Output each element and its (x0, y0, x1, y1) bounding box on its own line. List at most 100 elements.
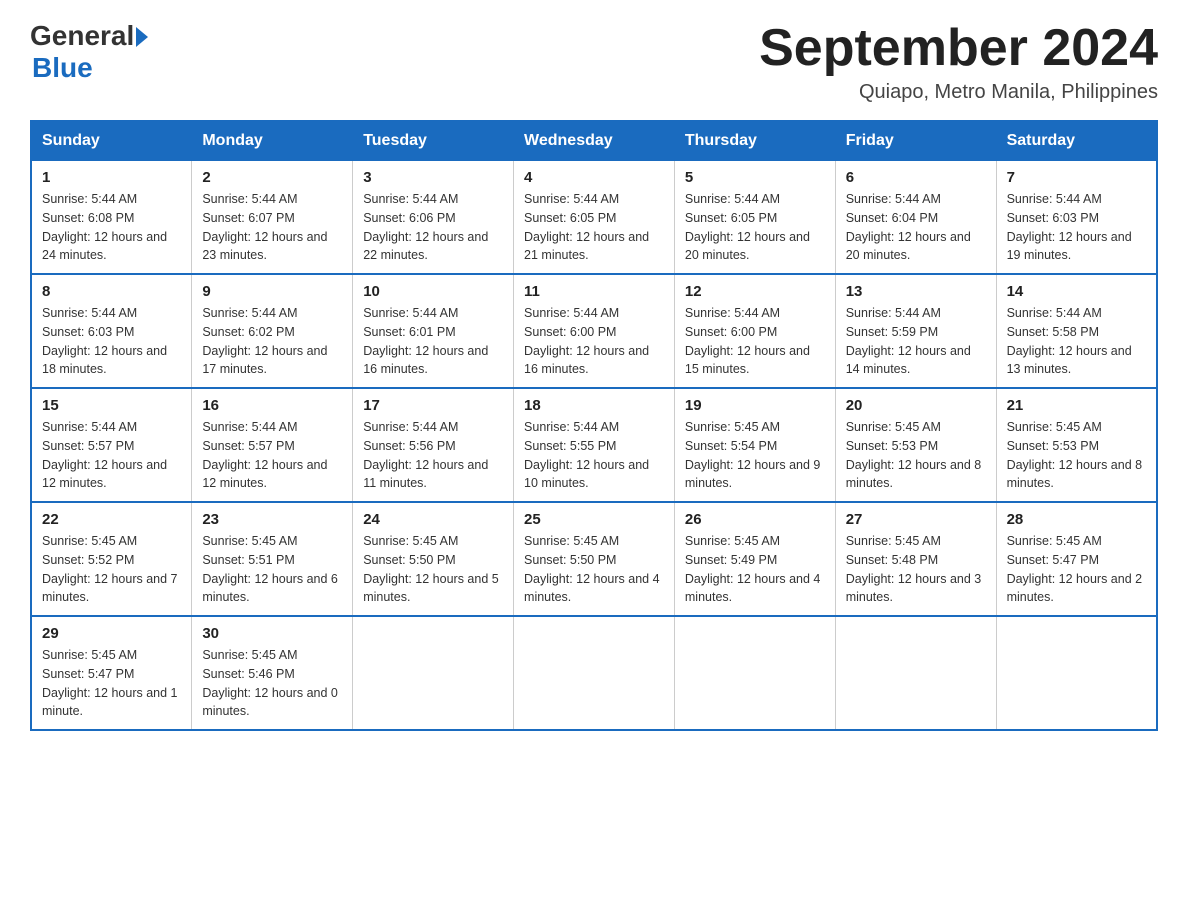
table-row: 27 Sunrise: 5:45 AMSunset: 5:48 PMDayligh… (835, 502, 996, 616)
day-info: Sunrise: 5:44 AMSunset: 5:57 PMDaylight:… (202, 418, 342, 493)
day-info: Sunrise: 5:45 AMSunset: 5:48 PMDaylight:… (846, 532, 986, 607)
day-info: Sunrise: 5:45 AMSunset: 5:47 PMDaylight:… (1007, 532, 1146, 607)
table-row: 23Sunrise: 5:45 AMSunset: 5:51 PMDayligh… (192, 502, 353, 616)
day-info: Sunrise: 5:44 AMSunset: 6:05 PMDaylight:… (524, 190, 664, 265)
day-number: 21 (1007, 397, 1146, 414)
table-row: 11 Sunrise: 5:44 AMSunset: 6:00 PMDayligh… (514, 274, 675, 388)
header-saturday: Saturday (996, 121, 1157, 161)
table-row: 25Sunrise: 5:45 AMSunset: 5:50 PMDayligh… (514, 502, 675, 616)
day-info: Sunrise: 5:44 AMSunset: 6:03 PMDaylight:… (42, 304, 181, 379)
day-number: 16 (202, 397, 342, 414)
day-info: Sunrise: 5:44 AMSunset: 6:01 PMDaylight:… (363, 304, 503, 379)
day-number: 26 (685, 511, 825, 528)
day-info: Sunrise: 5:44 AMSunset: 5:59 PMDaylight:… (846, 304, 986, 379)
day-info: Sunrise: 5:45 AMSunset: 5:53 PMDaylight:… (1007, 418, 1146, 493)
day-number: 13 (846, 283, 986, 300)
calendar-week-row: 15 Sunrise: 5:44 AMSunset: 5:57 PMDayligh… (31, 388, 1157, 502)
table-row: 24 Sunrise: 5:45 AMSunset: 5:50 PMDayligh… (353, 502, 514, 616)
day-number: 14 (1007, 283, 1146, 300)
table-row: 28 Sunrise: 5:45 AMSunset: 5:47 PMDayligh… (996, 502, 1157, 616)
table-row: 17 Sunrise: 5:44 AMSunset: 5:56 PMDayligh… (353, 388, 514, 502)
day-info: Sunrise: 5:45 AMSunset: 5:53 PMDaylight:… (846, 418, 986, 493)
day-info: Sunrise: 5:44 AMSunset: 5:57 PMDaylight:… (42, 418, 181, 493)
day-info: Sunrise: 5:44 AMSunset: 6:06 PMDaylight:… (363, 190, 503, 265)
table-row: 12 Sunrise: 5:44 AMSunset: 6:00 PMDayligh… (674, 274, 835, 388)
table-row (353, 616, 514, 730)
day-number: 27 (846, 511, 986, 528)
day-number: 8 (42, 283, 181, 300)
day-info: Sunrise: 5:44 AMSunset: 6:04 PMDaylight:… (846, 190, 986, 265)
header-thursday: Thursday (674, 121, 835, 161)
table-row: 16 Sunrise: 5:44 AMSunset: 5:57 PMDayligh… (192, 388, 353, 502)
table-row: 7 Sunrise: 5:44 AMSunset: 6:03 PMDaylight… (996, 161, 1157, 275)
table-row: 14 Sunrise: 5:44 AMSunset: 5:58 PMDayligh… (996, 274, 1157, 388)
day-number: 9 (202, 283, 342, 300)
table-row: 6 Sunrise: 5:44 AMSunset: 6:04 PMDaylight… (835, 161, 996, 275)
table-row: 9 Sunrise: 5:44 AMSunset: 6:02 PMDaylight… (192, 274, 353, 388)
table-row: 26 Sunrise: 5:45 AMSunset: 5:49 PMDayligh… (674, 502, 835, 616)
table-row (514, 616, 675, 730)
table-row (996, 616, 1157, 730)
day-number: 6 (846, 169, 986, 186)
table-row: 13 Sunrise: 5:44 AMSunset: 5:59 PMDayligh… (835, 274, 996, 388)
table-row: 18Sunrise: 5:44 AMSunset: 5:55 PMDayligh… (514, 388, 675, 502)
table-row: 8 Sunrise: 5:44 AMSunset: 6:03 PMDaylight… (31, 274, 192, 388)
table-row: 15 Sunrise: 5:44 AMSunset: 5:57 PMDayligh… (31, 388, 192, 502)
day-info: Sunrise: 5:44 AMSunset: 6:07 PMDaylight:… (202, 190, 342, 265)
day-number: 30 (202, 625, 342, 642)
day-info: Sunrise: 5:44 AMSunset: 6:02 PMDaylight:… (202, 304, 342, 379)
day-info: Sunrise: 5:44 AMSunset: 5:55 PMDaylight:… (524, 418, 664, 493)
calendar-week-row: 22 Sunrise: 5:45 AMSunset: 5:52 PMDayligh… (31, 502, 1157, 616)
day-number: 7 (1007, 169, 1146, 186)
day-info: Sunrise: 5:45 AMSunset: 5:49 PMDaylight:… (685, 532, 825, 607)
table-row: 30Sunrise: 5:45 AMSunset: 5:46 PMDayligh… (192, 616, 353, 730)
day-info: Sunrise: 5:44 AMSunset: 6:00 PMDaylight:… (685, 304, 825, 379)
day-number: 1 (42, 169, 181, 186)
header-tuesday: Tuesday (353, 121, 514, 161)
table-row: 19 Sunrise: 5:45 AMSunset: 5:54 PMDayligh… (674, 388, 835, 502)
header-sunday: Sunday (31, 121, 192, 161)
table-row: 21 Sunrise: 5:45 AMSunset: 5:53 PMDayligh… (996, 388, 1157, 502)
day-info: Sunrise: 5:45 AMSunset: 5:52 PMDaylight:… (42, 532, 181, 607)
header-monday: Monday (192, 121, 353, 161)
day-number: 15 (42, 397, 181, 414)
day-number: 12 (685, 283, 825, 300)
day-number: 3 (363, 169, 503, 186)
location-subtitle: Quiapo, Metro Manila, Philippines (759, 81, 1158, 104)
day-number: 24 (363, 511, 503, 528)
calendar-week-row: 29Sunrise: 5:45 AMSunset: 5:47 PMDayligh… (31, 616, 1157, 730)
day-number: 22 (42, 511, 181, 528)
header-friday: Friday (835, 121, 996, 161)
day-number: 19 (685, 397, 825, 414)
day-info: Sunrise: 5:45 AMSunset: 5:47 PMDaylight:… (42, 646, 181, 721)
day-info: Sunrise: 5:44 AMSunset: 6:00 PMDaylight:… (524, 304, 664, 379)
table-row: 10 Sunrise: 5:44 AMSunset: 6:01 PMDayligh… (353, 274, 514, 388)
day-number: 2 (202, 169, 342, 186)
day-number: 23 (202, 511, 342, 528)
weekday-header-row: Sunday Monday Tuesday Wednesday Thursday… (31, 121, 1157, 161)
day-info: Sunrise: 5:44 AMSunset: 5:58 PMDaylight:… (1007, 304, 1146, 379)
calendar-week-row: 1 Sunrise: 5:44 AMSunset: 6:08 PMDaylight… (31, 161, 1157, 275)
table-row: 5Sunrise: 5:44 AMSunset: 6:05 PMDaylight… (674, 161, 835, 275)
day-number: 5 (685, 169, 825, 186)
table-row: 4Sunrise: 5:44 AMSunset: 6:05 PMDaylight… (514, 161, 675, 275)
day-info: Sunrise: 5:45 AMSunset: 5:50 PMDaylight:… (524, 532, 664, 607)
header-wednesday: Wednesday (514, 121, 675, 161)
day-info: Sunrise: 5:44 AMSunset: 6:08 PMDaylight:… (42, 190, 181, 265)
logo: General Blue (30, 20, 148, 84)
day-number: 17 (363, 397, 503, 414)
table-row: 1 Sunrise: 5:44 AMSunset: 6:08 PMDaylight… (31, 161, 192, 275)
table-row: 2 Sunrise: 5:44 AMSunset: 6:07 PMDaylight… (192, 161, 353, 275)
day-info: Sunrise: 5:45 AMSunset: 5:50 PMDaylight:… (363, 532, 503, 607)
day-number: 28 (1007, 511, 1146, 528)
day-info: Sunrise: 5:45 AMSunset: 5:54 PMDaylight:… (685, 418, 825, 493)
logo-general: General (30, 20, 134, 52)
month-year-title: September 2024 (759, 20, 1158, 77)
day-number: 11 (524, 283, 664, 300)
table-row: 20 Sunrise: 5:45 AMSunset: 5:53 PMDayligh… (835, 388, 996, 502)
table-row (674, 616, 835, 730)
day-info: Sunrise: 5:44 AMSunset: 6:03 PMDaylight:… (1007, 190, 1146, 265)
day-info: Sunrise: 5:44 AMSunset: 5:56 PMDaylight:… (363, 418, 503, 493)
day-number: 20 (846, 397, 986, 414)
day-number: 10 (363, 283, 503, 300)
